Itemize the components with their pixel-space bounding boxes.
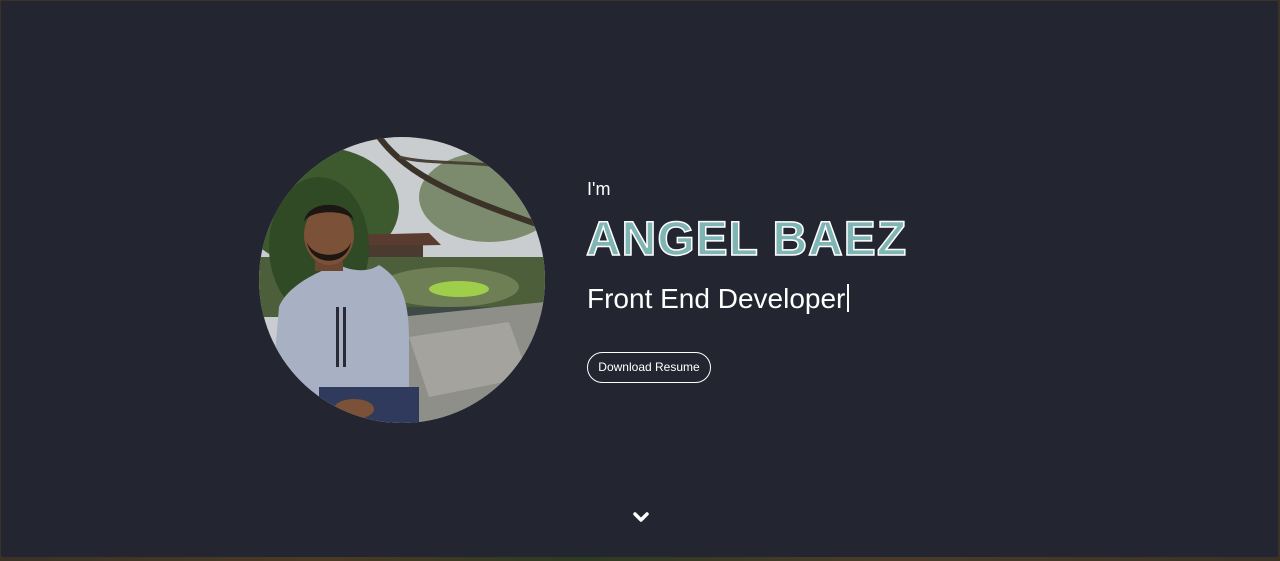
profile-photo [259, 137, 545, 423]
background-strip [0, 557, 1280, 561]
name-heading: ANGEL BAEZ [585, 212, 908, 267]
intro-text: I'm [587, 179, 611, 199]
download-resume-button[interactable]: Download Resume [587, 352, 711, 383]
role-label: Front End Developer [587, 283, 846, 314]
chevron-down-icon[interactable] [632, 511, 650, 525]
hero-section: I'm ANGEL BAEZ Front End Developer Downl… [1, 1, 1278, 557]
typing-cursor [847, 284, 850, 312]
role-text: Front End Developer [587, 282, 850, 316]
